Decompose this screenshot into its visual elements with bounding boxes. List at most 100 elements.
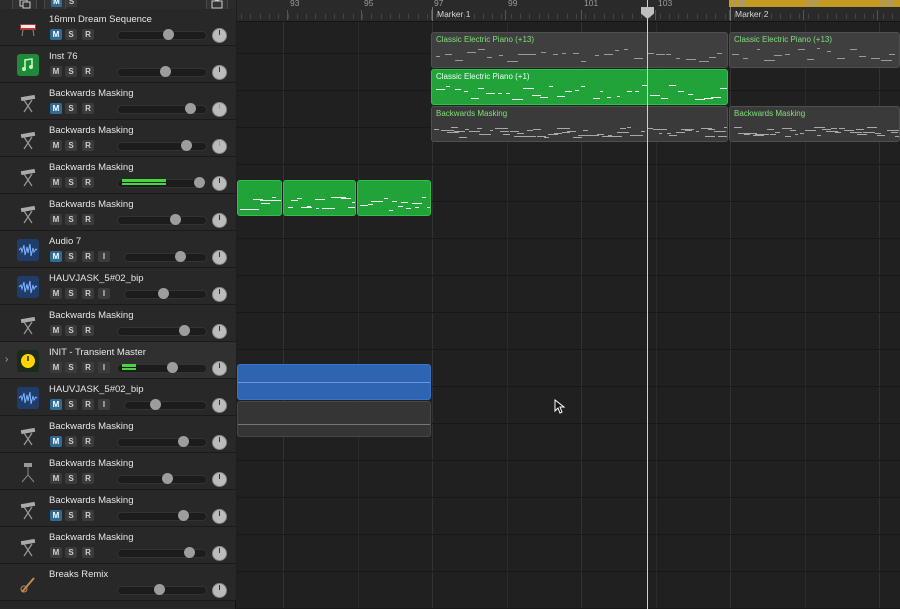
mute-button[interactable]: M (50, 325, 62, 336)
track-name[interactable]: HAUVJASK_5#02_bip (49, 273, 144, 284)
mute-button[interactable]: M (50, 29, 62, 40)
region-inst76[interactable]: Classic Electric Piano (+1) (431, 69, 728, 105)
solo-button[interactable]: S (65, 473, 77, 484)
volume-slider[interactable] (117, 142, 207, 151)
pan-knob[interactable] (212, 398, 227, 413)
volume-knob[interactable] (178, 510, 189, 521)
track-lane[interactable] (237, 276, 900, 313)
pan-knob[interactable] (212, 324, 227, 339)
record-enable-button[interactable]: R (82, 251, 94, 262)
volume-slider[interactable] (117, 216, 207, 225)
mute-button[interactable]: M (50, 362, 62, 373)
mute-button[interactable]: M (50, 214, 62, 225)
track-lane[interactable] (237, 461, 900, 498)
volume-slider[interactable] (117, 512, 207, 521)
record-enable-button[interactable]: R (82, 66, 94, 77)
pan-knob[interactable] (212, 28, 227, 43)
track-name[interactable]: 16mm Dream Sequence (49, 14, 152, 25)
region-backwards-masking-2[interactable]: Backwards Masking (729, 106, 900, 142)
volume-knob[interactable] (178, 436, 189, 447)
mute-button[interactable]: M (50, 510, 62, 521)
arrange-area[interactable]: 93 95 97 99 101 103 105 107 109 Marker 1 Marker … (237, 0, 900, 609)
volume-knob[interactable] (154, 584, 165, 595)
region-classic-electric-piano-1[interactable]: Classic Electric Piano (+13) (431, 32, 728, 68)
track-name[interactable]: HAUVJASK_5#02_bip (49, 384, 144, 395)
pan-knob[interactable] (212, 509, 227, 524)
track-name[interactable]: Audio 7 (49, 236, 81, 247)
track-lane[interactable] (237, 572, 900, 609)
solo-button[interactable]: S (65, 140, 77, 151)
solo-button[interactable]: S (65, 362, 77, 373)
volume-knob[interactable] (150, 399, 161, 410)
volume-knob[interactable] (162, 473, 173, 484)
track-header[interactable]: Backwards Masking M S R (0, 453, 236, 490)
solo-button[interactable]: S (65, 288, 77, 299)
region-backwards-masking-1[interactable]: Backwards Masking (431, 106, 728, 142)
solo-button[interactable]: S (65, 399, 77, 410)
track-lane[interactable] (237, 535, 900, 572)
region-green-c[interactable] (357, 180, 431, 216)
input-monitor-button[interactable]: I (98, 362, 110, 373)
region-classic-electric-piano-2[interactable]: Classic Electric Piano (+13) (729, 32, 900, 68)
track-header[interactable]: Backwards Masking M S R (0, 194, 236, 231)
track-header[interactable]: Backwards Masking M S R (0, 83, 236, 120)
track-lane[interactable] (237, 498, 900, 535)
volume-knob[interactable] (185, 103, 196, 114)
mute-button[interactable]: M (50, 547, 62, 558)
volume-knob[interactable] (181, 140, 192, 151)
track-header[interactable]: 16mm Dream Sequence M S R (0, 9, 236, 46)
volume-slider[interactable] (124, 253, 207, 262)
mute-button[interactable]: M (50, 436, 62, 447)
mute-button[interactable]: M (50, 288, 62, 299)
pan-knob[interactable] (212, 65, 227, 80)
track-name[interactable]: Backwards Masking (49, 162, 133, 173)
mute-button[interactable]: M (50, 66, 62, 77)
pan-knob[interactable] (212, 546, 227, 561)
volume-knob[interactable] (170, 214, 181, 225)
pan-knob[interactable] (212, 435, 227, 450)
track-header[interactable]: Backwards Masking M S R (0, 527, 236, 564)
region-transient-master[interactable] (237, 364, 431, 400)
solo-button[interactable]: S (65, 547, 77, 558)
top-track-solo[interactable]: S (66, 0, 77, 7)
volume-knob[interactable] (158, 288, 169, 299)
mute-button[interactable]: M (50, 140, 62, 151)
region-hauvjask-audio[interactable] (237, 401, 431, 437)
solo-button[interactable]: S (65, 510, 77, 521)
volume-slider[interactable] (124, 401, 207, 410)
track-name[interactable]: INIT - Transient Master (49, 347, 146, 358)
record-enable-button[interactable]: R (82, 547, 94, 558)
solo-button[interactable]: S (65, 214, 77, 225)
track-name[interactable]: Backwards Masking (49, 458, 133, 469)
mute-button[interactable]: M (50, 399, 62, 410)
track-header[interactable]: Backwards Masking M S R (0, 490, 236, 527)
record-enable-button[interactable]: R (82, 325, 94, 336)
record-enable-button[interactable]: R (82, 362, 94, 373)
solo-button[interactable]: S (65, 251, 77, 262)
pan-knob[interactable] (212, 102, 227, 117)
top-track-mute[interactable]: M (51, 0, 62, 7)
record-enable-button[interactable]: R (82, 436, 94, 447)
track-header[interactable]: HAUVJASK_5#02_bip M S R I (0, 379, 236, 416)
record-enable-button[interactable]: R (82, 510, 94, 521)
record-enable-button[interactable]: R (82, 399, 94, 410)
record-enable-button[interactable]: R (82, 29, 94, 40)
track-lane[interactable] (237, 313, 900, 350)
track-header[interactable]: Backwards Masking M S R (0, 305, 236, 342)
solo-button[interactable]: S (65, 29, 77, 40)
solo-button[interactable]: S (65, 325, 77, 336)
solo-button[interactable]: S (65, 177, 77, 188)
record-enable-button[interactable]: R (82, 177, 94, 188)
record-enable-button[interactable]: R (82, 473, 94, 484)
track-name[interactable]: Backwards Masking (49, 125, 133, 136)
input-monitor-button[interactable]: I (98, 288, 110, 299)
pan-knob[interactable] (212, 361, 227, 376)
pan-knob[interactable] (212, 139, 227, 154)
playhead[interactable] (647, 0, 648, 609)
mute-button[interactable]: M (50, 473, 62, 484)
volume-knob[interactable] (163, 29, 174, 40)
record-enable-button[interactable]: R (82, 140, 94, 151)
track-name[interactable]: Backwards Masking (49, 88, 133, 99)
track-header[interactable]: › INIT - Transient Master M S R I (0, 342, 236, 379)
track-name[interactable]: Backwards Masking (49, 421, 133, 432)
